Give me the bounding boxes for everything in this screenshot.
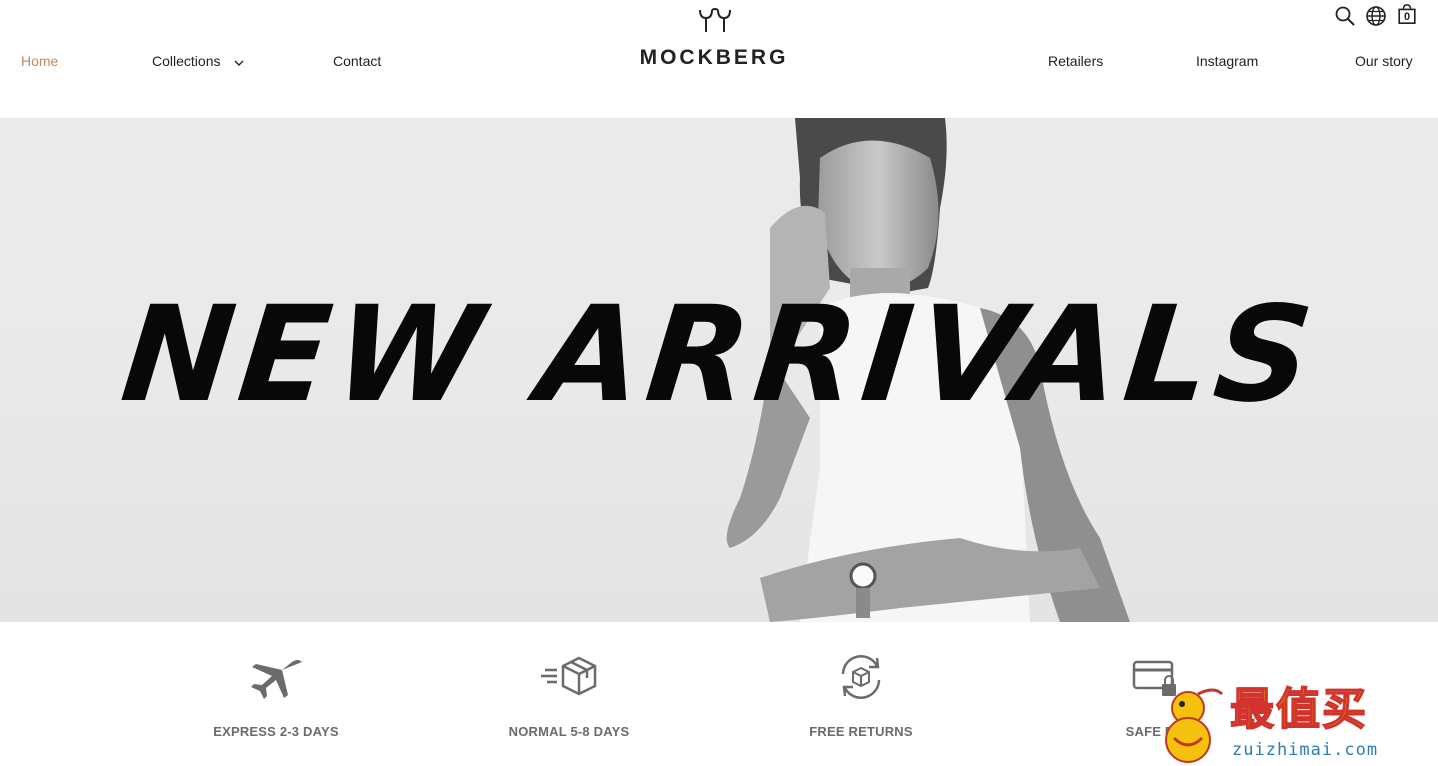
watermark-url: zuizhimai.com [1232,740,1379,760]
site-header: Home Collections Contact MOCKBERG Retail… [0,0,1438,118]
nav-collections-label: Collections [152,53,221,69]
feature-express-label: EXPRESS 2-3 DAYS [213,724,339,739]
hero-banner[interactable]: NEW ARRIVALS [0,118,1438,622]
logo-wordmark[interactable]: MOCKBERG [614,46,814,70]
feature-returns-label: FREE RETURNS [809,724,913,739]
gourd-mascot-icon [1165,688,1224,763]
logo-mark-icon[interactable] [696,6,734,34]
bag-count: 0 [1403,11,1411,23]
nav-our-story[interactable]: Our story [1355,52,1413,70]
globe-icon[interactable] [1365,5,1387,27]
package-icon [541,656,597,696]
zuizhimai-watermark: 最值买 zuizhimai.com [1148,682,1438,766]
returns-icon [841,655,881,699]
nav-collections[interactable]: Collections [152,52,244,71]
airplane-icon [251,660,302,699]
search-icon[interactable] [1334,5,1356,27]
hero-title: NEW ARRIVALS [115,278,1325,432]
nav-home[interactable]: Home [21,52,58,70]
feature-normal-label: NORMAL 5-8 DAYS [508,724,630,739]
nav-instagram[interactable]: Instagram [1196,52,1258,70]
nav-contact[interactable]: Contact [333,52,381,70]
nav-retailers[interactable]: Retailers [1048,52,1103,70]
chevron-down-icon [234,53,244,71]
watermark-text: 最值买 [1229,683,1368,736]
